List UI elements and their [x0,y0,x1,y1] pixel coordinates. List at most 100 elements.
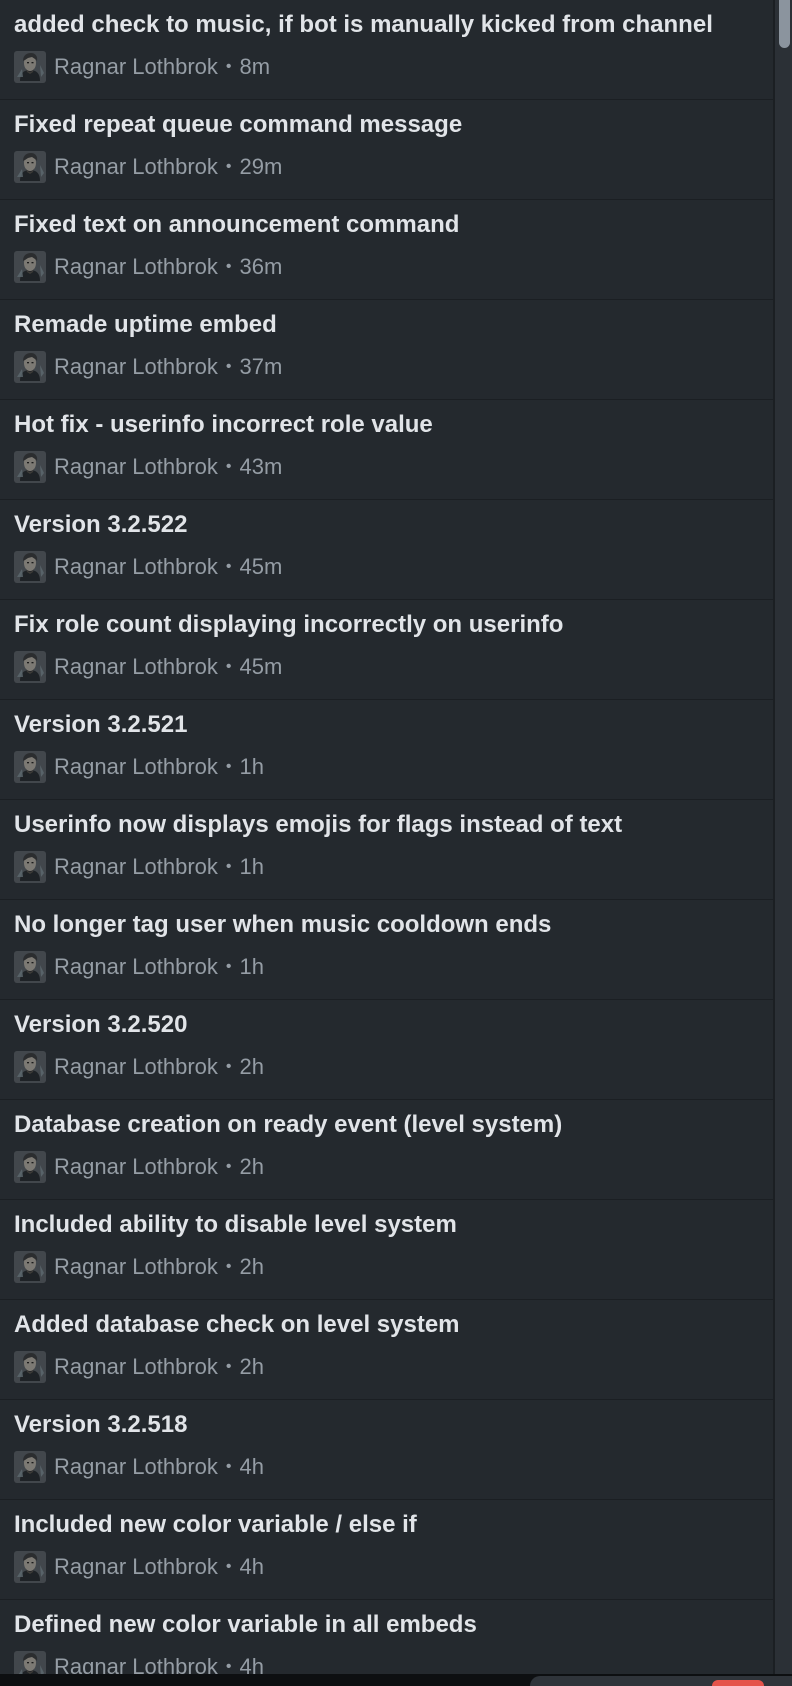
commit-time: 45m [239,554,283,579]
meta-separator: • [225,1658,232,1674]
commit-time: 4h [239,1654,264,1674]
commit-message: Defined new color variable in all embeds [14,1611,477,1638]
commit-list-item[interactable]: Fix role count displaying incorrectly on… [0,600,773,700]
meta-separator: • [225,458,232,475]
commit-message: No longer tag user when music cooldown e… [14,911,552,938]
avatar [14,251,46,283]
meta-separator: • [225,958,232,975]
meta-separator: • [225,1458,232,1475]
meta-separator: • [225,858,232,875]
meta-separator: • [225,1258,232,1275]
commit-time: 4h [239,1454,264,1479]
commit-message: Remade uptime embed [14,311,277,338]
commit-list-item[interactable]: Hot fix - userinfo incorrect role value … [0,400,773,500]
commit-meta: Ragnar Lothbrok • 2h [14,1251,264,1283]
avatar [14,851,46,883]
commit-author: Ragnar Lothbrok [54,154,218,179]
commit-meta: Ragnar Lothbrok • 1h [14,751,264,783]
commit-time: 1h [239,754,264,779]
commit-message: Fixed repeat queue command message [14,111,463,138]
commit-meta: Ragnar Lothbrok • 4h [14,1551,264,1583]
commit-list-item[interactable]: Fixed text on announcement command Ragna… [0,200,773,300]
commit-list-item[interactable]: Userinfo now displays emojis for flags i… [0,800,773,900]
meta-separator: • [225,1158,232,1175]
commit-author: Ragnar Lothbrok [54,354,218,379]
commit-message: Hot fix - userinfo incorrect role value [14,411,433,438]
commit-meta: Ragnar Lothbrok • 8m [14,51,271,83]
commit-author: Ragnar Lothbrok [54,1654,218,1674]
commit-meta: Ragnar Lothbrok • 4h [14,1651,264,1674]
commit-list-item[interactable]: Defined new color variable in all embeds… [0,1600,773,1674]
commit-author: Ragnar Lothbrok [54,1154,218,1179]
avatar [14,1251,46,1283]
commit-list-item[interactable]: No longer tag user when music cooldown e… [0,900,773,1000]
notification-indicator [712,1680,764,1686]
commit-meta: Ragnar Lothbrok • 37m [14,351,283,383]
commit-author: Ragnar Lothbrok [54,54,218,79]
commit-time: 36m [239,254,283,279]
meta-separator: • [225,758,232,775]
commit-list-item[interactable]: Version 3.2.520 Ragnar Lothbrok • 2h [0,1000,773,1100]
commit-list: added check to music, if bot is manually… [0,0,773,1674]
avatar [14,1051,46,1083]
avatar [14,651,46,683]
commit-author: Ragnar Lothbrok [54,954,218,979]
commit-time: 8m [239,54,271,79]
avatar [14,1151,46,1183]
commit-list-item[interactable]: Version 3.2.522 Ragnar Lothbrok • 45m [0,500,773,600]
commit-author: Ragnar Lothbrok [54,854,218,879]
commit-meta: Ragnar Lothbrok • 2h [14,1151,264,1183]
commit-time: 1h [239,954,264,979]
avatar [14,151,46,183]
commit-list-item[interactable]: Database creation on ready event (level … [0,1100,773,1200]
meta-separator: • [225,258,232,275]
commit-history-panel: added check to music, if bot is manually… [0,0,792,1686]
avatar [14,51,46,83]
commit-list-item[interactable]: Remade uptime embed Ragnar Lothbrok • 37… [0,300,773,400]
commit-meta: Ragnar Lothbrok • 45m [14,551,283,583]
commit-meta: Ragnar Lothbrok • 29m [14,151,283,183]
commit-list-item[interactable]: Fixed repeat queue command message Ragna… [0,100,773,200]
commit-meta: Ragnar Lothbrok • 1h [14,951,264,983]
commit-meta: Ragnar Lothbrok • 36m [14,251,283,283]
commit-message: Version 3.2.522 [14,511,188,538]
meta-separator: • [225,558,232,575]
avatar [14,551,46,583]
commit-time: 29m [239,154,283,179]
commit-list-item[interactable]: Version 3.2.518 Ragnar Lothbrok • 4h [0,1400,773,1500]
commit-time: 37m [239,354,283,379]
avatar [14,1351,46,1383]
commit-message: Fix role count displaying incorrectly on… [14,611,564,638]
scrollbar-thumb[interactable] [779,0,790,48]
commit-author: Ragnar Lothbrok [54,1054,218,1079]
meta-separator: • [225,658,232,675]
commit-time: 45m [239,654,283,679]
scrollbar-track[interactable] [775,0,792,1674]
commit-message: Userinfo now displays emojis for flags i… [14,811,623,838]
avatar [14,1551,46,1583]
commit-list-item[interactable]: added check to music, if bot is manually… [0,0,773,100]
commit-time: 43m [239,454,283,479]
avatar [14,751,46,783]
commit-time: 2h [239,1054,264,1079]
commit-list-item[interactable]: Version 3.2.521 Ragnar Lothbrok • 1h [0,700,773,800]
commit-time: 2h [239,1254,264,1279]
commit-time: 4h [239,1554,264,1579]
commit-meta: Ragnar Lothbrok • 43m [14,451,283,483]
commit-author: Ragnar Lothbrok [54,454,218,479]
commit-list-item[interactable]: Included ability to disable level system… [0,1200,773,1300]
commit-author: Ragnar Lothbrok [54,754,218,779]
commit-author: Ragnar Lothbrok [54,654,218,679]
commit-list-item[interactable]: Included new color variable / else if Ra… [0,1500,773,1600]
commit-list-item[interactable]: Added database check on level system Rag… [0,1300,773,1400]
commit-message: Database creation on ready event (level … [14,1111,563,1138]
commit-message: Version 3.2.518 [14,1411,188,1438]
meta-separator: • [225,1558,232,1575]
commit-meta: Ragnar Lothbrok • 45m [14,651,283,683]
meta-separator: • [225,158,232,175]
commit-meta: Ragnar Lothbrok • 2h [14,1051,264,1083]
commit-author: Ragnar Lothbrok [54,1354,218,1379]
commit-time: 2h [239,1154,264,1179]
commit-message: Version 3.2.521 [14,711,188,738]
commit-author: Ragnar Lothbrok [54,1554,218,1579]
